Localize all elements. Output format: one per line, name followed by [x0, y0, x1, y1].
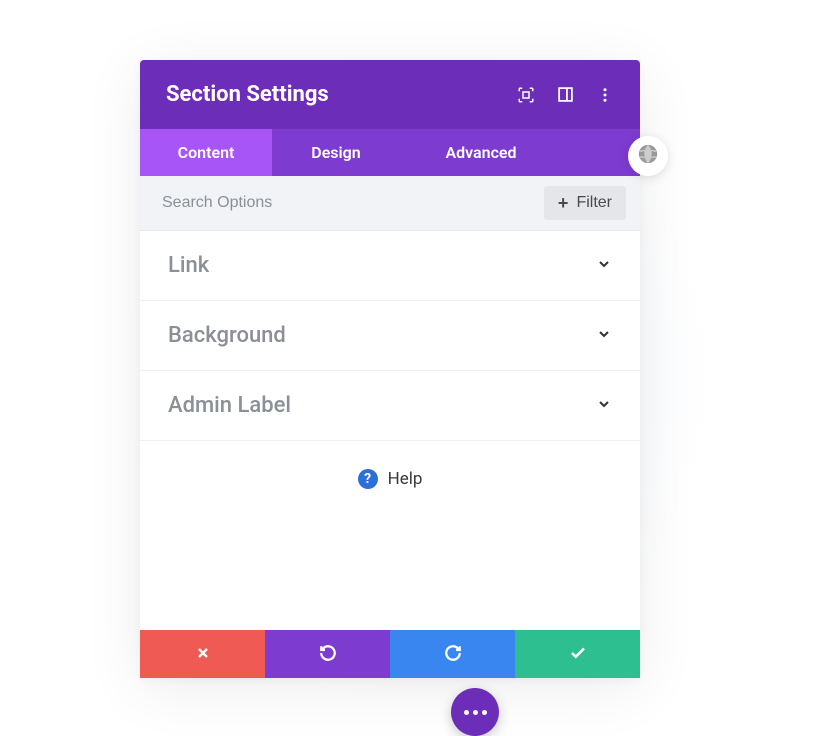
- tab-content[interactable]: Content: [140, 129, 272, 176]
- cancel-button[interactable]: [140, 630, 265, 678]
- undo-button[interactable]: [265, 630, 390, 678]
- accordion-item-background[interactable]: Background: [140, 301, 640, 371]
- accordion-item-link[interactable]: Link: [140, 231, 640, 301]
- panel-title: Section Settings: [166, 82, 329, 107]
- filter-button-label: Filter: [576, 194, 612, 212]
- tab-advanced[interactable]: Advanced: [400, 129, 562, 176]
- save-button[interactable]: [515, 630, 640, 678]
- panel-header: Section Settings: [140, 60, 640, 129]
- responsive-preview-button[interactable]: [628, 136, 668, 176]
- help-icon: ?: [358, 469, 378, 489]
- snap-column-icon[interactable]: [557, 86, 574, 103]
- close-icon: [195, 645, 211, 664]
- tab-design[interactable]: Design: [272, 129, 400, 176]
- accordion-label: Link: [168, 253, 209, 278]
- accordion-label: Admin Label: [168, 393, 291, 418]
- redo-button[interactable]: [390, 630, 515, 678]
- plus-icon: +: [558, 194, 569, 212]
- help-row[interactable]: ? Help: [140, 441, 640, 517]
- dot-icon: [473, 710, 478, 715]
- search-input[interactable]: [140, 186, 544, 220]
- filter-button[interactable]: + Filter: [544, 186, 626, 220]
- expand-icon[interactable]: [517, 86, 535, 104]
- page-settings-fab[interactable]: [451, 688, 499, 736]
- dot-icon: [482, 710, 487, 715]
- accordion-item-admin-label[interactable]: Admin Label: [140, 371, 640, 441]
- check-icon: [569, 644, 587, 665]
- accordion: Link Background Admin Label ? Help: [140, 231, 640, 630]
- tabs: Content Design Advanced: [140, 129, 640, 176]
- undo-icon: [319, 644, 337, 665]
- accordion-label: Background: [168, 323, 286, 348]
- header-actions: [517, 86, 614, 104]
- more-icon[interactable]: [596, 86, 614, 104]
- search-row: + Filter: [140, 176, 640, 231]
- settings-panel: Section Settings: [140, 60, 640, 678]
- dot-icon: [464, 710, 469, 715]
- footer-actions: [140, 630, 640, 678]
- chevron-down-icon: [596, 326, 612, 346]
- help-label: Help: [388, 469, 423, 489]
- chevron-down-icon: [596, 256, 612, 276]
- redo-icon: [444, 644, 462, 665]
- globe-icon: [637, 143, 659, 169]
- chevron-down-icon: [596, 396, 612, 416]
